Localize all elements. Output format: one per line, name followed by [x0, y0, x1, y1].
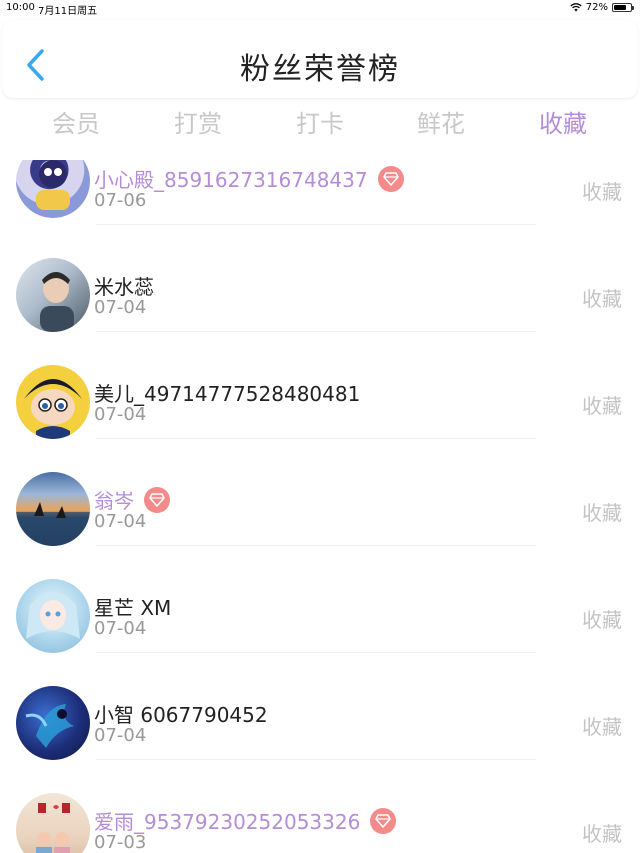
action-label: 收藏	[582, 715, 622, 739]
fan-date: 07-04	[94, 618, 147, 639]
action-label: 收藏	[582, 394, 622, 418]
tab-checkin[interactable]: 打卡	[296, 104, 344, 139]
page-title: 粉丝荣誉榜	[240, 52, 400, 87]
fan-name: 美儿_49714777528480481	[94, 382, 361, 406]
avatar[interactable]	[16, 686, 90, 760]
avatar-image	[40, 272, 74, 332]
avatar-image	[36, 160, 70, 210]
diamond-icon	[375, 813, 392, 828]
list-item[interactable]: 爱雨_95379230252053326 07-03 收藏	[0, 760, 640, 853]
avatar[interactable]	[16, 258, 90, 332]
tab-favorites[interactable]: 收藏	[539, 104, 587, 139]
name-line: 星芒 XM	[94, 592, 171, 621]
status-bar: 10:00 7月11日周五 72%	[0, 0, 640, 17]
action-label: 收藏	[582, 180, 622, 204]
tab-tips[interactable]: 打赏	[174, 104, 222, 139]
fan-name: 星芒 XM	[94, 596, 172, 620]
name-line: 小智 6067790452	[94, 699, 268, 728]
fan-name: 翁岑	[94, 489, 134, 513]
name-line: 米水蕊	[94, 271, 154, 300]
list-item[interactable]: 美儿_49714777528480481 07-04 收藏	[0, 332, 640, 439]
avatar[interactable]	[16, 793, 90, 853]
list-item[interactable]: 翁岑 07-04 收藏	[0, 439, 640, 546]
tab-bar: 会员 打赏 打卡 鲜花 收藏	[0, 104, 640, 142]
action-label: 收藏	[582, 822, 622, 846]
fan-date: 07-04	[94, 511, 147, 532]
name-line: 爱雨_95379230252053326	[94, 806, 397, 835]
action-label: 收藏	[582, 608, 622, 632]
list-item[interactable]: 星芒 XM 07-04 收藏	[0, 546, 640, 653]
avatar[interactable]	[16, 579, 90, 653]
battery-fill	[614, 5, 626, 10]
vip-badge	[377, 165, 404, 192]
fan-date: 07-04	[94, 725, 147, 746]
avatar-image	[24, 379, 82, 439]
list-item[interactable]: 米水蕊 07-04 收藏	[0, 225, 640, 332]
status-right: 72%	[570, 2, 634, 13]
header-bar: 粉丝荣誉榜	[2, 20, 638, 98]
fan-date: 07-04	[94, 404, 147, 425]
fan-name: 小心殿_8591627316748437	[94, 168, 368, 192]
list-item[interactable]: 小智 6067790452 07-04 收藏	[0, 653, 640, 760]
fan-name: 小智 6067790452	[94, 703, 268, 727]
diamond-icon	[382, 171, 399, 186]
vip-badge	[144, 486, 170, 513]
action-label: 收藏	[582, 501, 622, 525]
vip-badge	[370, 807, 397, 834]
fan-list[interactable]: 小心殿_8591627316748437 07-06 收藏 米水蕊 07-04 …	[0, 160, 640, 853]
avatar-image	[26, 592, 80, 639]
status-date: 7月11日周五	[38, 6, 98, 17]
action-label: 收藏	[582, 287, 622, 311]
avatar-image	[36, 803, 70, 853]
fan-date: 07-04	[94, 297, 147, 318]
battery-percentage: 72%	[585, 2, 608, 13]
fan-name: 米水蕊	[94, 275, 154, 299]
fan-date: 07-03	[94, 832, 147, 853]
avatar[interactable]	[16, 365, 90, 439]
fan-name: 爱雨_95379230252053326	[94, 810, 361, 834]
name-line: 美儿_49714777528480481	[94, 378, 360, 407]
avatar[interactable]	[16, 472, 90, 546]
avatar-image	[16, 502, 90, 546]
name-line: 翁岑	[94, 485, 170, 514]
fan-date: 07-06	[94, 190, 147, 211]
wifi-icon	[570, 3, 582, 12]
list-item[interactable]: 小心殿_8591627316748437 07-06 收藏	[0, 160, 640, 225]
avatar-image	[25, 704, 74, 748]
name-line: 小心殿_8591627316748437	[94, 164, 404, 193]
status-time: 10:00	[6, 2, 35, 13]
battery-icon	[612, 3, 634, 12]
tab-flowers[interactable]: 鲜花	[417, 104, 465, 139]
diamond-icon	[149, 492, 165, 507]
tab-membership[interactable]: 会员	[52, 104, 100, 139]
avatar[interactable]	[16, 160, 90, 218]
